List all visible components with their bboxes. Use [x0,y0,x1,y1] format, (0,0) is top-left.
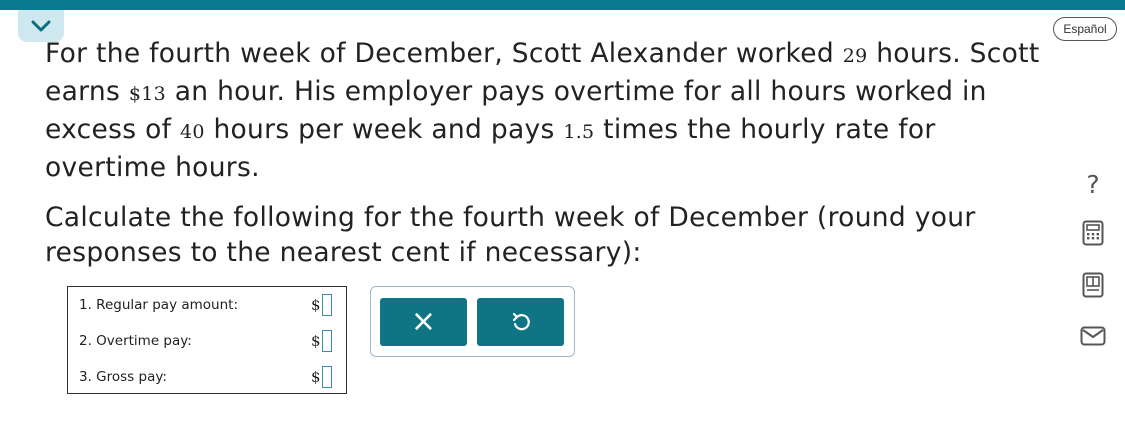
answer-row-gross-pay: 3. Gross pay: $ [79,366,339,390]
problem-statement: For the fourth week of December, Scott A… [45,36,1045,270]
problem-paragraph-1: For the fourth week of December, Scott A… [45,36,1045,185]
problem-text: For the fourth week of December, Scott A… [45,38,843,69]
answer-label: 2. Overtime pay: [79,333,192,349]
textbook-icon [1082,272,1104,298]
answer-row-overtime-pay: 2. Overtime pay: $ [79,330,339,354]
calculator-button[interactable] [1071,215,1115,251]
textbook-button[interactable] [1071,267,1115,303]
hourly-rate-value: $13 [128,83,166,105]
answer-label: 3. Gross pay: [79,369,167,385]
currency-symbol: $ [311,332,321,350]
answer-row-regular-pay: 1. Regular pay amount: $ [79,294,339,318]
currency-symbol: $ [311,368,321,386]
overtime-pay-input[interactable] [322,330,332,352]
close-icon: × [410,304,437,339]
language-toggle-button[interactable]: Español [1053,17,1117,41]
overtime-multiplier-value: 1.5 [563,121,595,143]
message-button[interactable] [1071,318,1115,354]
clear-button[interactable]: × [380,298,467,346]
undo-button[interactable] [477,298,564,346]
problem-text: hours per week and pays [204,114,564,145]
gross-pay-input[interactable] [322,366,332,388]
hours-worked-value: 29 [842,45,868,67]
chevron-down-icon [31,20,51,32]
calculator-icon [1082,220,1104,246]
problem-paragraph-2: Calculate the following for the fourth w… [45,202,976,268]
top-accent-bar [0,0,1125,10]
mail-icon [1080,326,1106,346]
currency-symbol: $ [311,296,321,314]
undo-icon [512,312,530,331]
regular-pay-input[interactable] [322,294,332,316]
action-panel: × [370,286,575,357]
answer-label: 1. Regular pay amount: [79,297,239,313]
answer-table: 1. Regular pay amount: $ 2. Overtime pay… [67,286,347,394]
overtime-threshold-value: 40 [179,121,205,143]
question-icon: ? [1086,169,1100,199]
help-button[interactable]: ? [1071,166,1115,202]
